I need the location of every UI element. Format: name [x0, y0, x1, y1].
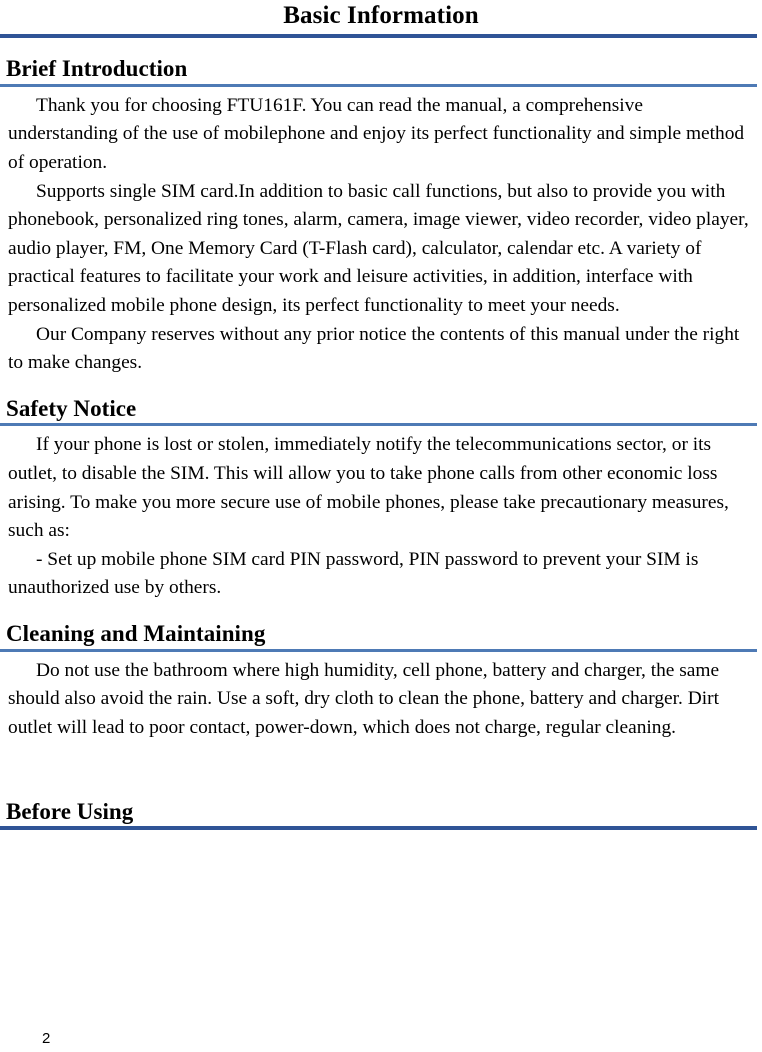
page-number: 2	[42, 1030, 51, 1047]
section-brief-introduction: Brief Introduction Thank you for choosin…	[0, 56, 762, 378]
section-heading-brief-introduction: Brief Introduction	[6, 56, 188, 81]
spacer-blank-paragraph	[0, 743, 762, 799]
section-heading-safety-notice: Safety Notice	[6, 395, 137, 421]
section-heading-cleaning-and-maintaining: Cleaning and Maintaining	[6, 621, 266, 646]
section-heading-before-using: Before Using	[6, 798, 134, 824]
paragraph: - Set up mobile phone SIM card PIN passw…	[8, 548, 699, 599]
section-divider	[0, 826, 757, 831]
page-title: Basic Information	[283, 2, 479, 29]
page-content: Basic Information Brief Introduction Tha…	[0, 0, 762, 831]
paragraph: If your phone is lost or stolen, immedia…	[8, 434, 729, 542]
paragraph: Supports single SIM card.In addition to …	[8, 180, 749, 316]
paragraph: Do not use the bathroom where high humid…	[8, 659, 720, 738]
section-cleaning-and-maintaining: Cleaning and Maintaining Do not use the …	[0, 621, 762, 743]
section-before-using: Before Using	[0, 799, 762, 831]
document-page: Basic Information Brief Introduction Tha…	[0, 0, 762, 1052]
paragraph: Our Company reserves without any prior n…	[8, 323, 740, 374]
section-safety-notice: Safety Notice If your phone is lost or s…	[0, 396, 762, 603]
paragraph: Thank you for choosing FTU161F. You can …	[8, 94, 745, 173]
